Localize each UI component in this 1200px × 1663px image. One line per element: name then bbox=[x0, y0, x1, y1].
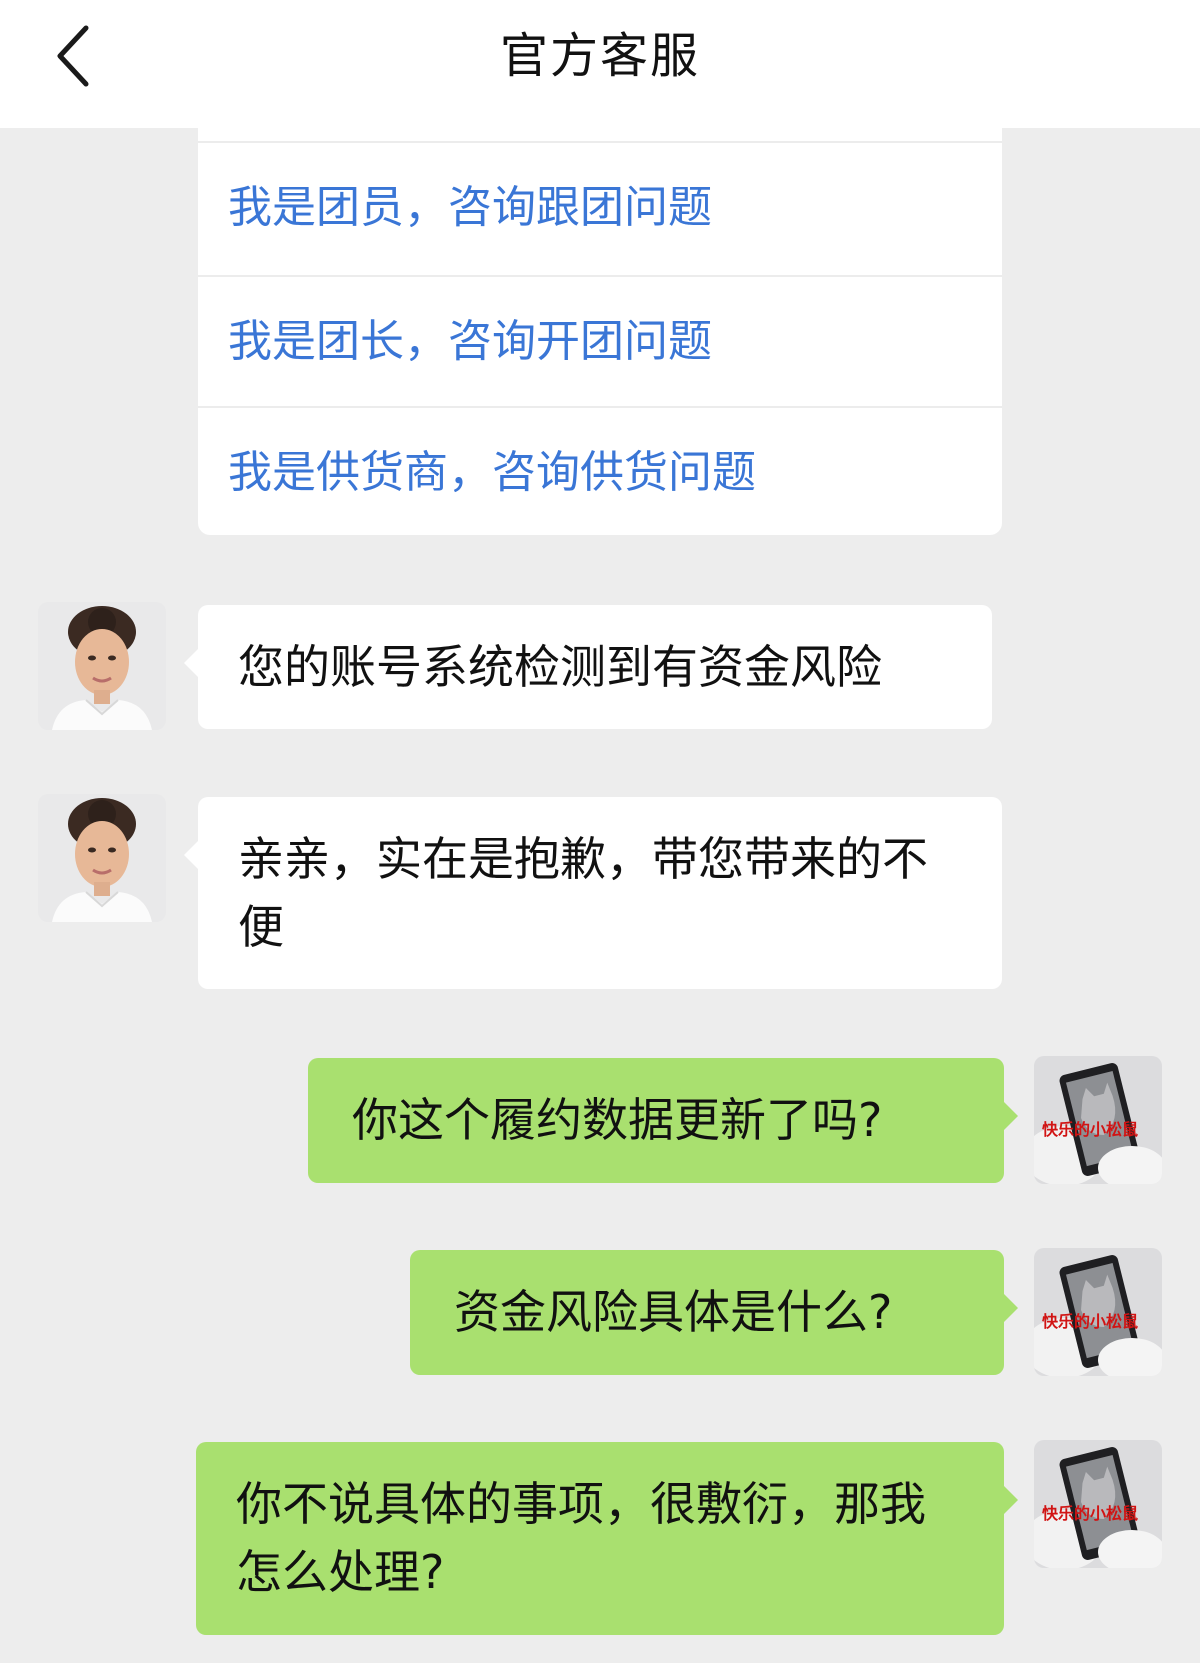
message-text: 资金风险具体是什么? bbox=[454, 1285, 893, 1339]
avatar-caption: 快乐的小松鼠 bbox=[1042, 1312, 1139, 1331]
agent-message-bubble: 您的账号系统检测到有资金风险 bbox=[184, 605, 992, 729]
message-text: 你不说具体的事项，很敷衍，那我怎么处理? bbox=[236, 1477, 926, 1599]
agent-avatar-image bbox=[38, 602, 166, 730]
agent-avatar-image bbox=[38, 794, 166, 922]
user-message-bubble: 你这个履约数据更新了吗? bbox=[308, 1058, 1018, 1183]
message-text: 您的账号系统检测到有资金风险 bbox=[238, 640, 882, 694]
agent-message-bubble: 亲亲，实在是抱歉，带您带来的不便 bbox=[184, 797, 1002, 989]
menu-item-supplier-inquiry[interactable]: 我是供货商，咨询供货问题 bbox=[198, 406, 1002, 535]
avatar-caption: 快乐的小松鼠 bbox=[1042, 1504, 1139, 1523]
quick-menu-card: 我是团员，咨询跟团问题 我是团长，咨询开团问题 我是供货商，咨询供货问题 bbox=[198, 128, 1002, 535]
page-title: 官方客服 bbox=[499, 28, 700, 84]
user-avatar[interactable]: 快乐的小松鼠 bbox=[1034, 1440, 1162, 1568]
message-text: 你这个履约数据更新了吗? bbox=[352, 1093, 883, 1147]
avatar-caption: 快乐的小松鼠 bbox=[1042, 1120, 1139, 1139]
menu-item-leader-inquiry[interactable]: 我是团长，咨询开团问题 bbox=[198, 275, 1002, 405]
message-text: 亲亲，实在是抱歉，带您带来的不便 bbox=[238, 832, 928, 954]
user-avatar[interactable]: 快乐的小松鼠 bbox=[1034, 1056, 1162, 1184]
user-avatar[interactable]: 快乐的小松鼠 bbox=[1034, 1248, 1162, 1376]
top-nav-bar: 官方客服 bbox=[0, 0, 1200, 128]
agent-avatar[interactable] bbox=[38, 602, 166, 730]
agent-avatar[interactable] bbox=[38, 794, 166, 922]
user-message-bubble: 你不说具体的事项，很敷衍，那我怎么处理? bbox=[196, 1442, 1018, 1635]
menu-item-member-inquiry[interactable]: 我是团员，咨询跟团问题 bbox=[198, 143, 1002, 273]
user-message-bubble: 资金风险具体是什么? bbox=[410, 1250, 1018, 1375]
